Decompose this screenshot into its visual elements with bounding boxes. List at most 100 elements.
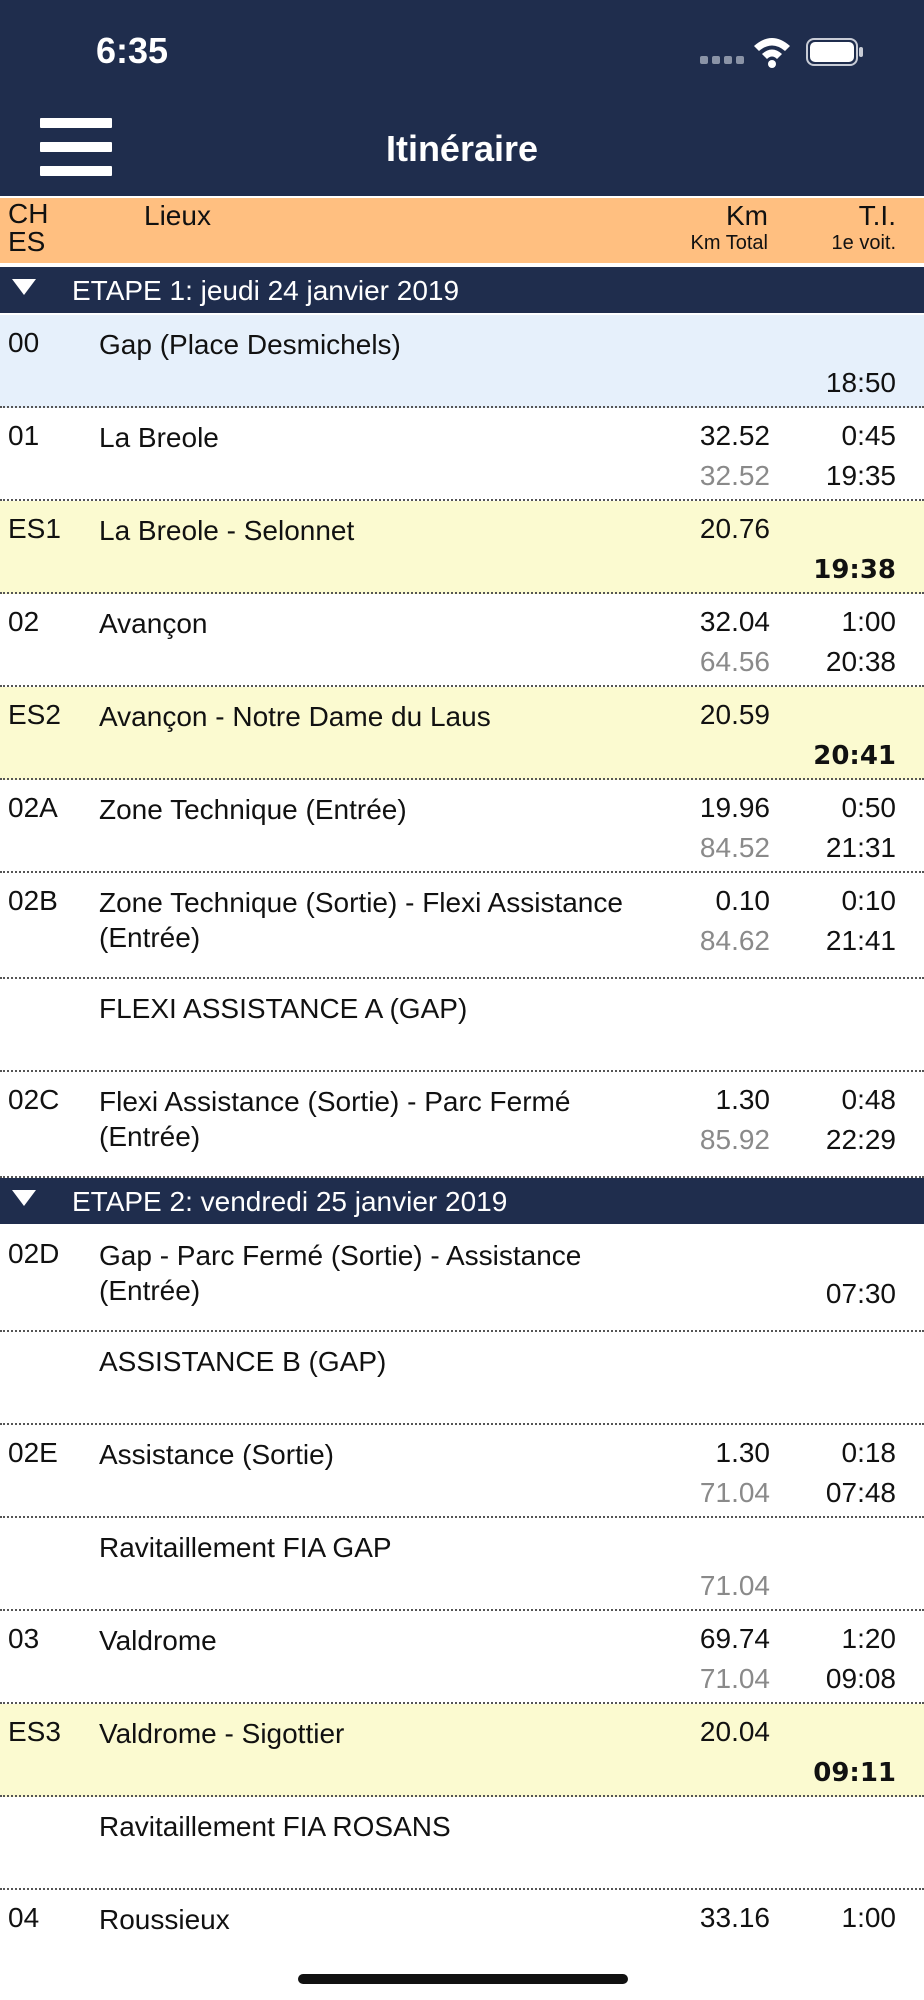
row-place: Flexi Assistance (Sortie) - Parc Fermé (… (99, 1086, 571, 1152)
stage-label: ETAPE 2: vendredi 25 janvier 2019 (72, 1186, 508, 1217)
row-km: 0.10 (715, 885, 771, 916)
row-km: 20.76 (699, 513, 770, 544)
row-ti: 0:50 (841, 792, 897, 823)
list-item[interactable]: 02A Zone Technique (Entrée) 19.96 84.52 … (0, 780, 924, 873)
row-km: 1.30 (715, 1084, 771, 1115)
column-ti-sub: 1e voit. (831, 232, 896, 254)
row-place: Avançon - Notre Dame du Laus (99, 701, 491, 732)
list-item[interactable]: ES2 Avançon - Notre Dame du Laus 20.59 2… (0, 687, 924, 780)
row-code: ES3 (8, 1716, 61, 1747)
stage-label: ETAPE 1: jeudi 24 janvier 2019 (72, 275, 460, 306)
column-header: CH ES Lieux Km Km Total T.I. 1e voit. (0, 198, 924, 263)
row-km-total: 71.04 (699, 1570, 770, 1601)
row-time: 20:41 (813, 741, 896, 771)
home-indicator[interactable] (298, 1974, 628, 1984)
row-place: Avançon (99, 608, 208, 639)
row-km-total: 85.92 (699, 1124, 770, 1155)
row-km: 33.16 (699, 1902, 770, 1933)
row-place: Valdrome (99, 1625, 217, 1656)
row-place: ASSISTANCE B (GAP) (99, 1346, 387, 1377)
row-ti: 1:20 (841, 1623, 897, 1654)
collapse-triangle-icon (12, 1190, 36, 1206)
wifi-icon (754, 38, 790, 68)
row-km-total: 64.56 (699, 646, 770, 677)
row-code: 00 (8, 327, 40, 358)
list-item[interactable]: 02D Gap - Parc Fermé (Sortie) - Assistan… (0, 1226, 924, 1332)
row-place: Ravitaillement FIA GAP (99, 1532, 392, 1563)
list-item[interactable]: 01 La Breole 32.52 32.52 0:45 19:35 (0, 408, 924, 501)
row-place: Valdrome - Sigottier (99, 1718, 345, 1749)
list-item[interactable]: FLEXI ASSISTANCE A (GAP) (0, 979, 924, 1072)
row-km: 32.52 (699, 420, 770, 451)
column-km: Km (726, 200, 768, 231)
list-item[interactable]: 00 Gap (Place Desmichels) 18:50 (0, 315, 924, 408)
list-item[interactable]: 02C Flexi Assistance (Sortie) - Parc Fer… (0, 1072, 924, 1178)
row-km: 20.04 (699, 1716, 770, 1747)
stage-header[interactable]: ETAPE 2: vendredi 25 janvier 2019 (0, 1178, 924, 1226)
column-km-total: Km Total (690, 232, 768, 254)
row-code: 02E (8, 1437, 58, 1468)
row-code: 02D (8, 1238, 60, 1269)
status-time: 6:35 (96, 30, 169, 71)
row-code: 03 (8, 1623, 40, 1654)
row-km: 20.59 (699, 699, 770, 730)
signal-icon (700, 56, 744, 64)
column-lieux: Lieux (144, 200, 211, 231)
column-ti: T.I. (858, 200, 896, 231)
row-code: ES2 (8, 699, 61, 730)
row-ti: 0:45 (841, 420, 897, 451)
row-km-total: 84.62 (699, 925, 770, 956)
row-ti: 0:10 (841, 885, 897, 916)
row-place: Gap - Parc Fermé (Sortie) - Assistance (… (99, 1240, 582, 1306)
row-ti: 1:00 (841, 606, 897, 637)
row-place: Zone Technique (Sortie) - Flexi Assistan… (99, 887, 623, 953)
row-km: 69.74 (699, 1623, 770, 1654)
column-ch-es: CH ES (8, 198, 49, 257)
collapse-triangle-icon (12, 279, 36, 295)
row-time: 07:48 (825, 1477, 896, 1508)
row-time: 07:30 (825, 1278, 896, 1309)
page-title: Itinéraire (385, 128, 539, 169)
list-item[interactable]: Ravitaillement FIA GAP 71.04 (0, 1518, 924, 1611)
row-time: 18:50 (825, 367, 896, 398)
stage-header[interactable]: ETAPE 1: jeudi 24 janvier 2019 (0, 267, 924, 315)
row-code: 02 (8, 606, 40, 637)
list-item[interactable]: 03 Valdrome 69.74 71.04 1:20 09:08 (0, 1611, 924, 1704)
row-time: 20:38 (825, 646, 896, 677)
row-time: 09:08 (825, 1663, 896, 1694)
row-ti: 1:00 (841, 1902, 897, 1933)
list-item[interactable]: Ravitaillement FIA ROSANS (0, 1797, 924, 1890)
row-time: 09:11 (813, 1758, 896, 1788)
row-km: 32.04 (699, 606, 770, 637)
row-time: 21:31 (825, 832, 896, 863)
list-item[interactable]: 02B Zone Technique (Sortie) - Flexi Assi… (0, 873, 924, 979)
row-km-total: 71.04 (699, 1663, 770, 1694)
list-item[interactable]: ASSISTANCE B (GAP) (0, 1332, 924, 1425)
row-ti: 0:48 (841, 1084, 897, 1115)
row-place: FLEXI ASSISTANCE A (GAP) (99, 993, 468, 1024)
list-item[interactable]: ES1 La Breole - Selonnet 20.76 19:38 (0, 501, 924, 594)
row-ti: 0:18 (841, 1437, 897, 1468)
row-code: 02B (8, 885, 58, 916)
row-km: 1.30 (715, 1437, 771, 1468)
row-time: 19:38 (813, 555, 896, 585)
row-place: La Breole (99, 422, 219, 453)
row-km-total: 71.04 (699, 1477, 770, 1508)
row-place: Zone Technique (Entrée) (99, 794, 407, 825)
row-code: 01 (8, 420, 40, 451)
list-item[interactable]: ES3 Valdrome - Sigottier 20.04 09:11 (0, 1704, 924, 1797)
list-item[interactable]: 02E Assistance (Sortie) 1.30 71.04 0:18 … (0, 1425, 924, 1518)
row-km-total: 32.52 (699, 460, 770, 491)
list-item[interactable]: 02 Avançon 32.04 64.56 1:00 20:38 (0, 594, 924, 687)
row-code: 04 (8, 1902, 40, 1933)
row-code: 02C (8, 1084, 60, 1115)
row-time: 22:29 (825, 1124, 896, 1155)
row-time: 19:35 (825, 460, 896, 491)
row-place: Assistance (Sortie) (99, 1439, 334, 1470)
list-item[interactable]: 04 Roussieux 33.16 1:00 (0, 1890, 924, 1983)
row-time: 21:41 (825, 925, 896, 956)
row-place: Ravitaillement FIA ROSANS (99, 1811, 451, 1842)
row-code: ES1 (8, 513, 61, 544)
row-place: Gap (Place Desmichels) (99, 329, 401, 360)
row-place: La Breole - Selonnet (99, 515, 355, 546)
